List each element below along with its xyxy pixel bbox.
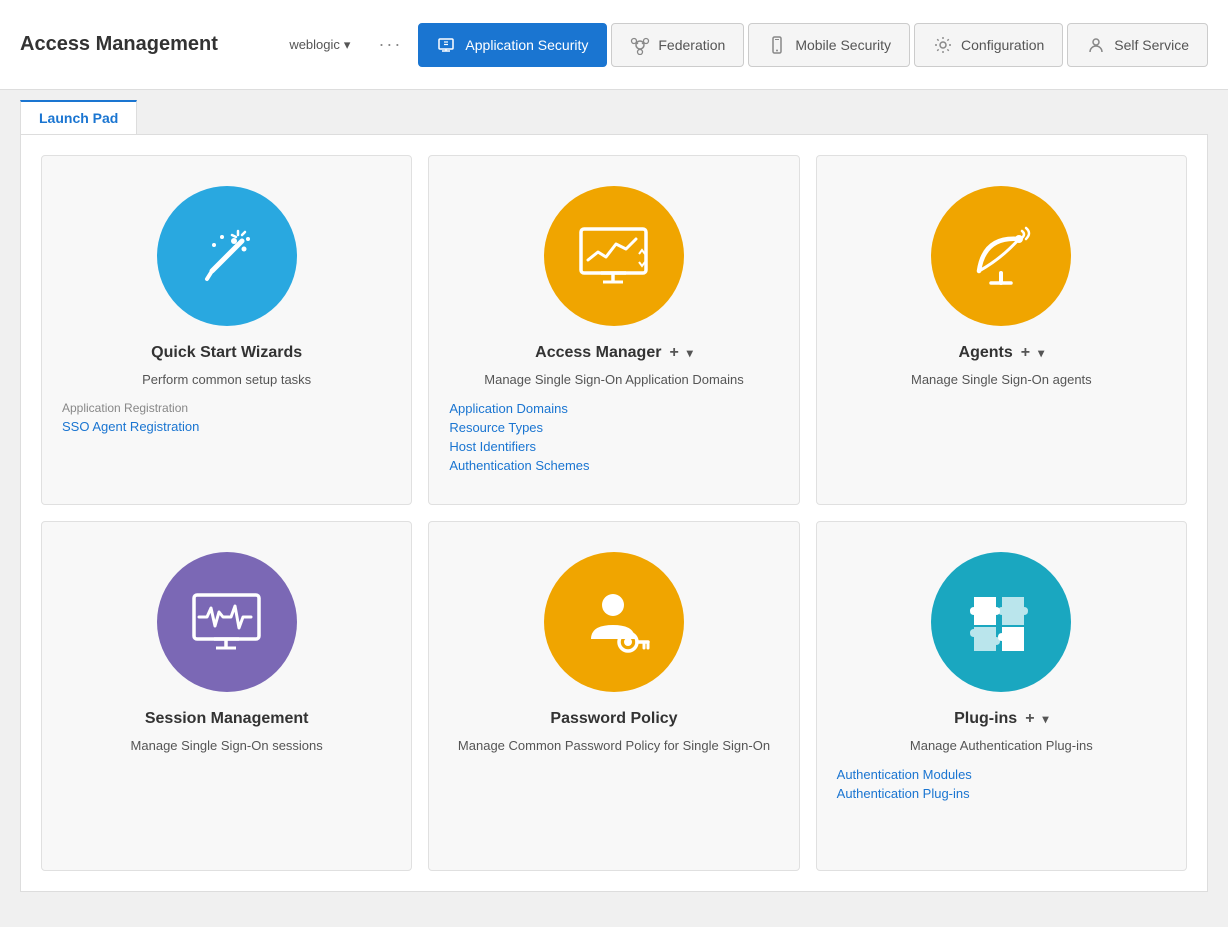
session-mgmt-desc: Manage Single Sign-On sessions (131, 738, 323, 753)
app-title: Access Management (20, 33, 218, 56)
tab-mobile-security[interactable]: Mobile Security (748, 23, 910, 67)
tab-federation[interactable]: Federation (611, 23, 744, 67)
agents-title: Agents + ▾ (959, 344, 1045, 362)
link-resource-types[interactable]: Resource Types (449, 420, 589, 435)
link-sso-agent-registration[interactable]: SSO Agent Registration (62, 419, 199, 434)
app-security-icon (437, 35, 457, 55)
tab-self-service[interactable]: Self Service (1067, 23, 1208, 67)
access-manager-links: Application Domains Resource Types Host … (449, 401, 589, 473)
plugins-icon-circle (931, 552, 1071, 692)
tab-federation-label: Federation (658, 37, 725, 53)
card-access-manager: Access Manager + ▾ Manage Single Sign-On… (428, 155, 799, 505)
tab-mobile-security-label: Mobile Security (795, 37, 891, 53)
dots-menu-button[interactable]: ··· (378, 34, 402, 55)
card-plugins: Plug-ins + ▾ Manage Authentication Plug-… (816, 521, 1187, 871)
mobile-icon (767, 35, 787, 55)
username-label: weblogic (289, 37, 340, 52)
agents-desc: Manage Single Sign-On agents (911, 372, 1092, 387)
session-mgmt-title: Session Management (145, 710, 309, 728)
link-auth-schemes[interactable]: Authentication Schemes (449, 458, 589, 473)
link-auth-plugins[interactable]: Authentication Plug-ins (837, 786, 972, 801)
agents-add-btn[interactable]: + (1021, 344, 1030, 362)
quick-start-title: Quick Start Wizards (151, 344, 302, 362)
password-policy-title: Password Policy (550, 710, 677, 728)
card-agents: Agents + ▾ Manage Single Sign-On agents (816, 155, 1187, 505)
quick-start-section-label: Application Registration (62, 401, 188, 415)
quick-start-desc: Perform common setup tasks (142, 372, 311, 387)
tab-self-service-label: Self Service (1114, 37, 1189, 53)
card-password-policy: Password Policy Manage Common Password P… (428, 521, 799, 871)
tab-app-security-label: Application Security (465, 37, 588, 53)
federation-icon (630, 35, 650, 55)
quick-start-links: SSO Agent Registration (62, 419, 199, 434)
access-manager-dropdown[interactable]: ▾ (687, 346, 693, 360)
tab-application-security[interactable]: Application Security (418, 23, 607, 67)
tab-configuration-label: Configuration (961, 37, 1044, 53)
plugins-add-btn[interactable]: + (1025, 710, 1034, 728)
access-manager-title: Access Manager + ▾ (535, 344, 693, 362)
access-manager-desc: Manage Single Sign-On Application Domain… (484, 372, 743, 387)
card-quick-start: Quick Start Wizards Perform common setup… (41, 155, 412, 505)
config-icon (933, 35, 953, 55)
card-session-management: Session Management Manage Single Sign-On… (41, 521, 412, 871)
quick-start-icon-circle (157, 186, 297, 326)
plugins-title: Plug-ins + ▾ (954, 710, 1048, 728)
plugins-desc: Manage Authentication Plug-ins (910, 738, 1093, 753)
link-auth-modules[interactable]: Authentication Modules (837, 767, 972, 782)
password-policy-desc: Manage Common Password Policy for Single… (458, 738, 770, 753)
agents-dropdown[interactable]: ▾ (1038, 346, 1044, 360)
access-manager-icon-circle (544, 186, 684, 326)
top-bar: Access Management weblogic ▾ ··· A (0, 0, 1228, 90)
user-dropdown-arrow[interactable]: ▾ (344, 37, 351, 53)
plugins-dropdown[interactable]: ▾ (1043, 712, 1049, 726)
user-info: weblogic ▾ (289, 37, 350, 53)
nav-tabs: Application Security Federation (418, 23, 1208, 67)
card-grid: Quick Start Wizards Perform common setup… (20, 134, 1208, 892)
access-manager-add-btn[interactable]: + (669, 344, 678, 362)
page-content: Launch Pad (0, 90, 1228, 927)
agents-icon-circle (931, 186, 1071, 326)
launchpad-tab[interactable]: Launch Pad (20, 100, 137, 134)
link-host-identifiers[interactable]: Host Identifiers (449, 439, 589, 454)
tab-configuration[interactable]: Configuration (914, 23, 1063, 67)
link-application-domains[interactable]: Application Domains (449, 401, 589, 416)
password-policy-icon-circle (544, 552, 684, 692)
plugins-links: Authentication Modules Authentication Pl… (837, 767, 972, 801)
self-service-icon (1086, 35, 1106, 55)
session-mgmt-icon-circle (157, 552, 297, 692)
